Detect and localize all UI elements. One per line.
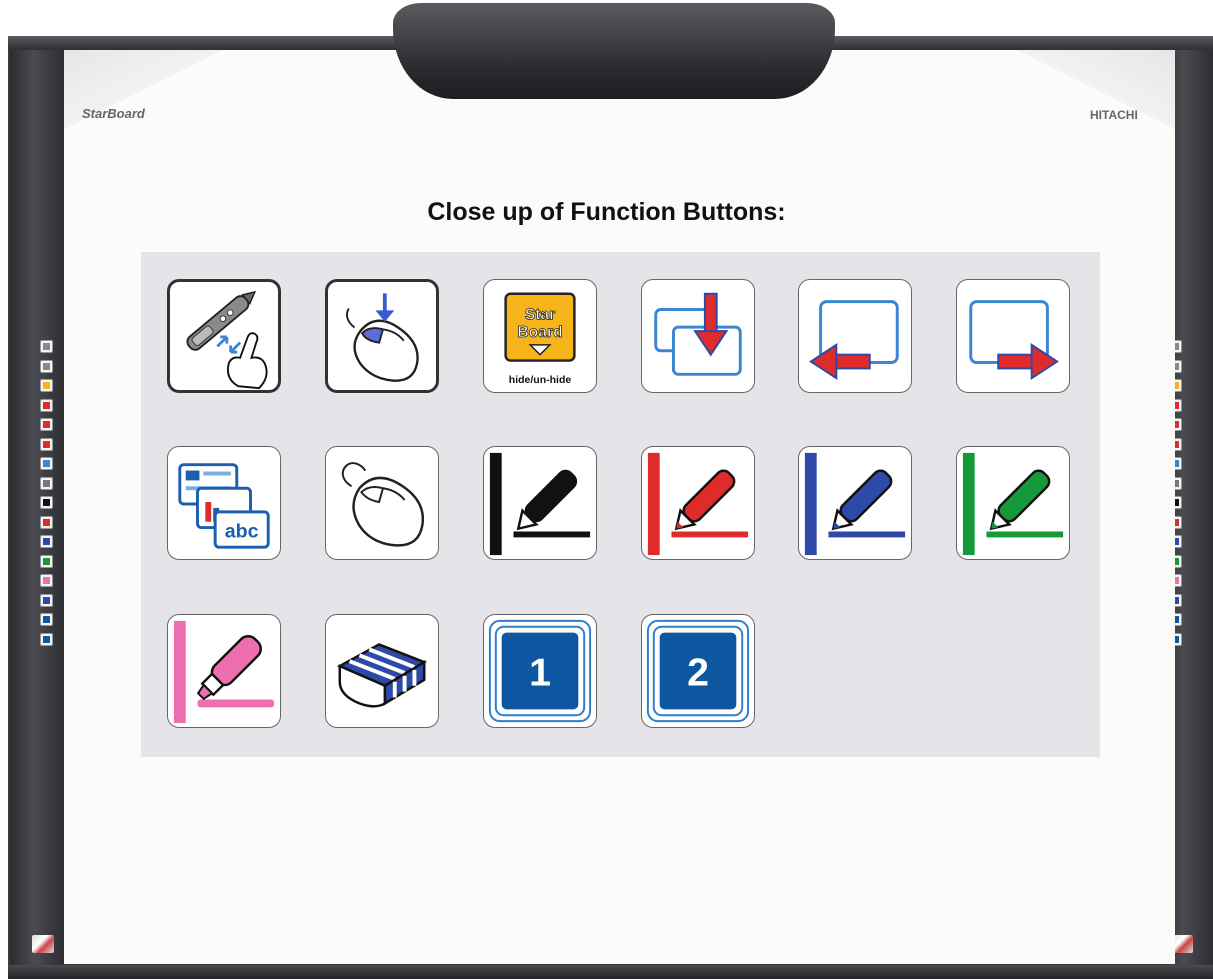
- rail-left-starboard-hide-button[interactable]: [40, 379, 53, 392]
- page-insert-icon: [654, 292, 742, 376]
- rail-left-page-insert-button[interactable]: [40, 398, 53, 412]
- pen-red-icon: [647, 452, 749, 556]
- pen-finger-switch-icon: [43, 343, 50, 350]
- starboard-line2: Board: [517, 324, 562, 341]
- rail-left-corner-tool-icon: [32, 935, 54, 953]
- rail-left-pen-black-button[interactable]: [40, 496, 53, 509]
- pen-green-icon: [43, 557, 50, 565]
- page-previous-icon: [43, 421, 50, 428]
- pen-finger-switch-icon: [186, 290, 268, 390]
- pen-tray: [393, 3, 835, 99]
- rail-left-mouse-button[interactable]: [40, 476, 53, 490]
- pen-blue-button[interactable]: [798, 446, 912, 560]
- rail-left-capture-abc-button[interactable]: [40, 457, 53, 470]
- eraser-icon: [43, 596, 50, 604]
- rail-left-pen-blue-button[interactable]: [40, 535, 53, 548]
- rail-left-highlighter-pink-button[interactable]: [40, 574, 53, 587]
- screen-1-button[interactable]: 1: [483, 614, 597, 728]
- rail-left-page-next-button[interactable]: [40, 437, 53, 451]
- pen-black-icon: [43, 499, 50, 506]
- mouse-click-icon: [43, 362, 50, 370]
- pen-green-icon: [962, 452, 1064, 556]
- rail-left-screen-1-button[interactable]: [40, 613, 53, 626]
- abc-label: abc: [225, 520, 259, 542]
- rail-left-pen-finger-switch-button[interactable]: [40, 340, 53, 353]
- screen-1-label: 1: [529, 651, 551, 695]
- capture-abc-icon: [43, 460, 50, 467]
- rail-left-screen-2-button[interactable]: [40, 632, 53, 646]
- rail-left-mouse-click-button[interactable]: [40, 359, 53, 373]
- pen-red-icon: [43, 518, 50, 526]
- pen-black-icon: [489, 452, 591, 556]
- eraser-icon: [336, 643, 428, 708]
- page-previous-icon: [808, 300, 899, 381]
- pen-red-button[interactable]: [641, 446, 755, 560]
- rail-left-pen-green-button[interactable]: [40, 554, 53, 568]
- hitachi-logo: HITACHI: [1090, 108, 1138, 122]
- starboard-hide-icon: [43, 382, 50, 389]
- pen-blue-icon: [43, 538, 50, 545]
- mouse-icon: [341, 462, 425, 547]
- mouse-click-button[interactable]: [325, 279, 439, 393]
- page-title: Close up of Function Buttons:: [427, 198, 786, 226]
- mouse-icon: [43, 479, 50, 487]
- highlighter-pink-icon: [43, 577, 50, 584]
- starboard-hide-button[interactable]: Star Board hide/un-hide: [483, 279, 597, 393]
- highlighter-pink-icon: [173, 620, 275, 724]
- screen-1-icon: 1: [488, 619, 592, 723]
- rail-left-eraser-button[interactable]: [40, 593, 53, 607]
- pen-finger-switch-button[interactable]: [167, 279, 281, 393]
- mouse-button[interactable]: [325, 446, 439, 560]
- highlighter-pink-button[interactable]: [167, 614, 281, 728]
- page-next-button[interactable]: [956, 279, 1070, 393]
- mouse-click-icon: [346, 293, 419, 382]
- pen-blue-icon: [804, 452, 906, 556]
- screen-2-icon: 2: [646, 619, 750, 723]
- capture-abc-icon: abc: [178, 463, 270, 549]
- rail-left-pen-red-button[interactable]: [40, 515, 53, 529]
- function-buttons-panel: Star Board hide/un-hide abc 1 2: [141, 252, 1100, 757]
- starboard-logo: StarBoard: [82, 106, 145, 121]
- capture-button[interactable]: abc: [167, 446, 281, 560]
- eraser-button[interactable]: [325, 614, 439, 728]
- hide-unhide-caption: hide/un-hide: [508, 374, 572, 386]
- page-insert-button[interactable]: [641, 279, 755, 393]
- pen-black-button[interactable]: [483, 446, 597, 560]
- screen-2-icon: [43, 635, 50, 643]
- board-frame-bottom: [8, 965, 1213, 979]
- pen-green-button[interactable]: [956, 446, 1070, 560]
- screen-2-label: 2: [687, 651, 709, 695]
- rail-left-page-previous-button[interactable]: [40, 418, 53, 431]
- screen-2-button[interactable]: 2: [641, 614, 755, 728]
- page-next-icon: [43, 440, 50, 448]
- left-button-rail: [10, 50, 64, 969]
- page-next-icon: [969, 300, 1060, 381]
- screen-1-icon: [43, 616, 50, 623]
- page-previous-button[interactable]: [798, 279, 912, 393]
- page-insert-icon: [43, 401, 50, 409]
- starboard-line1: Star: [525, 306, 556, 323]
